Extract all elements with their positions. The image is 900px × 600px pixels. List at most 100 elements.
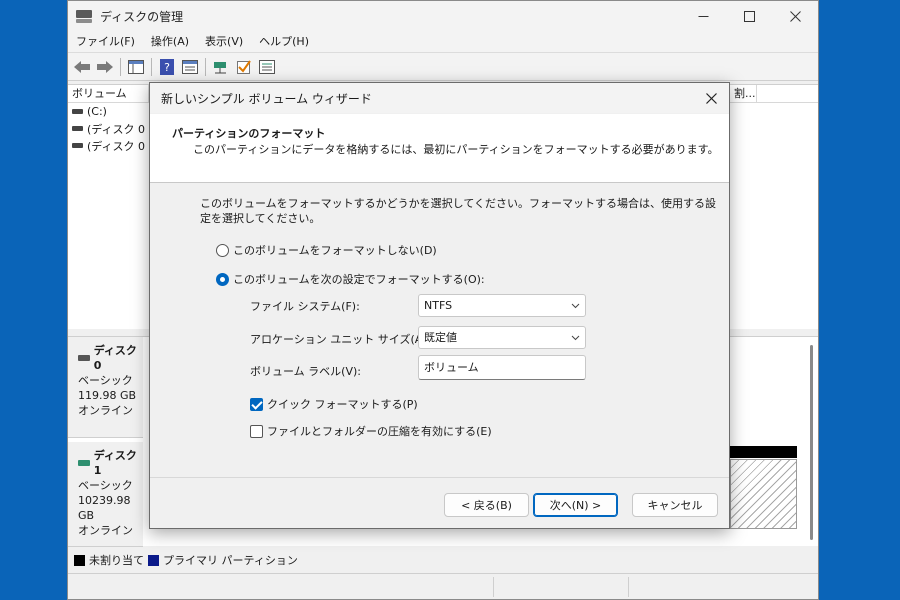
disk-size: 10239.98 GB bbox=[78, 494, 131, 522]
status-bar bbox=[68, 573, 818, 599]
wizard-header: パーティションのフォーマット このパーティションにデータを格納するには、最初にパ… bbox=[150, 114, 729, 183]
help-icon: ? bbox=[160, 58, 174, 75]
check-button[interactable] bbox=[234, 57, 254, 77]
wizard-step-description: このパーティションにデータを格納するには、最初にパーティションをフォーマットする… bbox=[193, 143, 719, 156]
close-button[interactable] bbox=[772, 1, 818, 31]
legend: 未割り当て プライマリ パーティション bbox=[68, 549, 818, 571]
status-divider bbox=[493, 577, 494, 597]
volume-icon bbox=[72, 143, 83, 148]
chevron-down-icon bbox=[571, 335, 580, 341]
format-radio[interactable] bbox=[216, 272, 229, 286]
minimize-button[interactable] bbox=[680, 1, 726, 31]
allocation-unit-label: アロケーション ユニット サイズ(A): bbox=[250, 333, 431, 346]
no-format-option[interactable]: このボリュームをフォーマットしない(D) bbox=[216, 242, 437, 258]
disk-size: 119.98 GB bbox=[78, 389, 137, 402]
forward-arrow-icon bbox=[97, 60, 113, 73]
unallocated-region[interactable] bbox=[730, 459, 797, 529]
list-button[interactable] bbox=[257, 57, 277, 77]
console-tree-icon bbox=[128, 59, 144, 74]
unallocated-bar bbox=[730, 446, 797, 458]
toolbar-separator bbox=[120, 57, 121, 76]
compression-option[interactable]: ファイルとフォルダーの圧縮を有効にする(E) bbox=[250, 423, 492, 439]
minimize-icon bbox=[698, 15, 708, 17]
status-divider bbox=[628, 577, 629, 597]
new-simple-volume-wizard: 新しいシンプル ボリューム ウィザード パーティションのフォーマット このパーテ… bbox=[149, 82, 730, 529]
help-button[interactable]: ? bbox=[157, 57, 177, 77]
connect-button[interactable] bbox=[211, 57, 231, 77]
wizard-step-title: パーティションのフォーマット bbox=[172, 127, 326, 140]
title-bar: ディスクの管理 bbox=[68, 1, 818, 31]
scrollbar-thumb[interactable] bbox=[810, 345, 813, 540]
menu-help[interactable]: ヘルプ(H) bbox=[251, 31, 317, 53]
maximize-icon bbox=[743, 10, 755, 22]
volume-icon bbox=[72, 109, 83, 114]
disk-icon bbox=[78, 460, 90, 466]
check-icon bbox=[237, 59, 251, 74]
primary-partition-swatch bbox=[148, 554, 159, 566]
no-format-label: このボリュームをフォーマットしない(D) bbox=[233, 244, 437, 257]
volume-label-label: ボリューム ラベル(V): bbox=[250, 365, 361, 378]
console-tree-button[interactable] bbox=[126, 57, 146, 77]
close-icon bbox=[705, 92, 717, 104]
disk-icon bbox=[78, 355, 90, 361]
file-system-select[interactable]: NTFS bbox=[418, 294, 586, 317]
menu-bar: ファイル(F) 操作(A) 表示(V) ヘルプ(H) bbox=[68, 31, 818, 53]
quick-format-option[interactable]: クイック フォーマットする(P) bbox=[250, 396, 418, 412]
svg-text:?: ? bbox=[164, 61, 170, 74]
vertical-scrollbar[interactable] bbox=[808, 345, 816, 540]
cancel-button[interactable]: キャンセル bbox=[632, 493, 718, 517]
menu-view[interactable]: 表示(V) bbox=[197, 31, 251, 53]
properties-icon bbox=[182, 59, 198, 74]
format-label: このボリュームを次の設定でフォーマットする(O): bbox=[233, 273, 485, 286]
compression-label: ファイルとフォルダーの圧縮を有効にする(E) bbox=[267, 425, 492, 438]
format-option[interactable]: このボリュームを次の設定でフォーマットする(O): bbox=[216, 271, 485, 287]
disk-name: ディスク 1 bbox=[93, 449, 137, 477]
legend-primary: プライマリ パーティション bbox=[163, 554, 298, 567]
allocation-unit-select[interactable]: 既定値 bbox=[418, 326, 586, 349]
compression-checkbox[interactable] bbox=[250, 424, 263, 438]
toolbar-separator bbox=[205, 57, 206, 76]
window-title: ディスクの管理 bbox=[100, 9, 184, 24]
unallocated-swatch bbox=[74, 554, 85, 566]
menu-file[interactable]: ファイル(F) bbox=[68, 31, 143, 53]
volume-name: (C:) bbox=[87, 105, 107, 118]
toolbar-separator bbox=[151, 57, 152, 76]
disk-1-label[interactable]: ディスク 1 ベーシック 10239.98 GB オンライン bbox=[68, 442, 143, 547]
back-arrow-icon bbox=[74, 60, 90, 73]
quick-format-checkbox[interactable] bbox=[250, 397, 263, 411]
legend-unallocated: 未割り当て bbox=[89, 554, 144, 567]
quick-format-label: クイック フォーマットする(P) bbox=[267, 398, 418, 411]
menu-action[interactable]: 操作(A) bbox=[143, 31, 197, 53]
disk-0-label[interactable]: ディスク 0 ベーシック 119.98 GB オンライン bbox=[68, 337, 143, 438]
disk-status: オンライン bbox=[78, 524, 133, 537]
disk-type: ベーシック bbox=[78, 374, 133, 387]
volume-icon bbox=[72, 126, 83, 131]
back-button[interactable] bbox=[72, 57, 92, 77]
wizard-close-button[interactable] bbox=[701, 88, 721, 108]
column-volume[interactable]: ボリューム bbox=[68, 85, 149, 102]
list-icon bbox=[259, 59, 275, 74]
back-button[interactable]: < 戻る(B) bbox=[444, 493, 529, 517]
column-allocation[interactable]: 割... bbox=[729, 85, 757, 102]
file-system-value: NTFS bbox=[424, 299, 453, 312]
format-instruction: このボリュームをフォーマットするかどうかを選択してください。フォーマットする場合… bbox=[200, 197, 717, 225]
disk-status: オンライン bbox=[78, 404, 133, 417]
close-icon bbox=[789, 10, 801, 22]
forward-button[interactable] bbox=[95, 57, 115, 77]
disk-type: ベーシック bbox=[78, 479, 133, 492]
file-system-label: ファイル システム(F): bbox=[250, 300, 360, 313]
wizard-title: 新しいシンプル ボリューム ウィザード bbox=[161, 91, 372, 106]
toolbar: ? bbox=[68, 53, 818, 81]
no-format-radio[interactable] bbox=[216, 243, 229, 257]
allocation-unit-value: 既定値 bbox=[424, 331, 457, 344]
properties-button[interactable] bbox=[180, 57, 200, 77]
footer-divider bbox=[150, 477, 729, 478]
connect-icon bbox=[214, 61, 226, 73]
disk-name: ディスク 0 bbox=[93, 344, 137, 372]
wizard-title-bar: 新しいシンプル ボリューム ウィザード bbox=[150, 83, 729, 113]
next-button[interactable]: 次へ(N) > bbox=[533, 493, 618, 517]
volume-label-input[interactable]: ボリューム bbox=[418, 355, 586, 380]
maximize-button[interactable] bbox=[726, 1, 772, 31]
disk-management-icon bbox=[76, 9, 92, 23]
chevron-down-icon bbox=[571, 303, 580, 309]
